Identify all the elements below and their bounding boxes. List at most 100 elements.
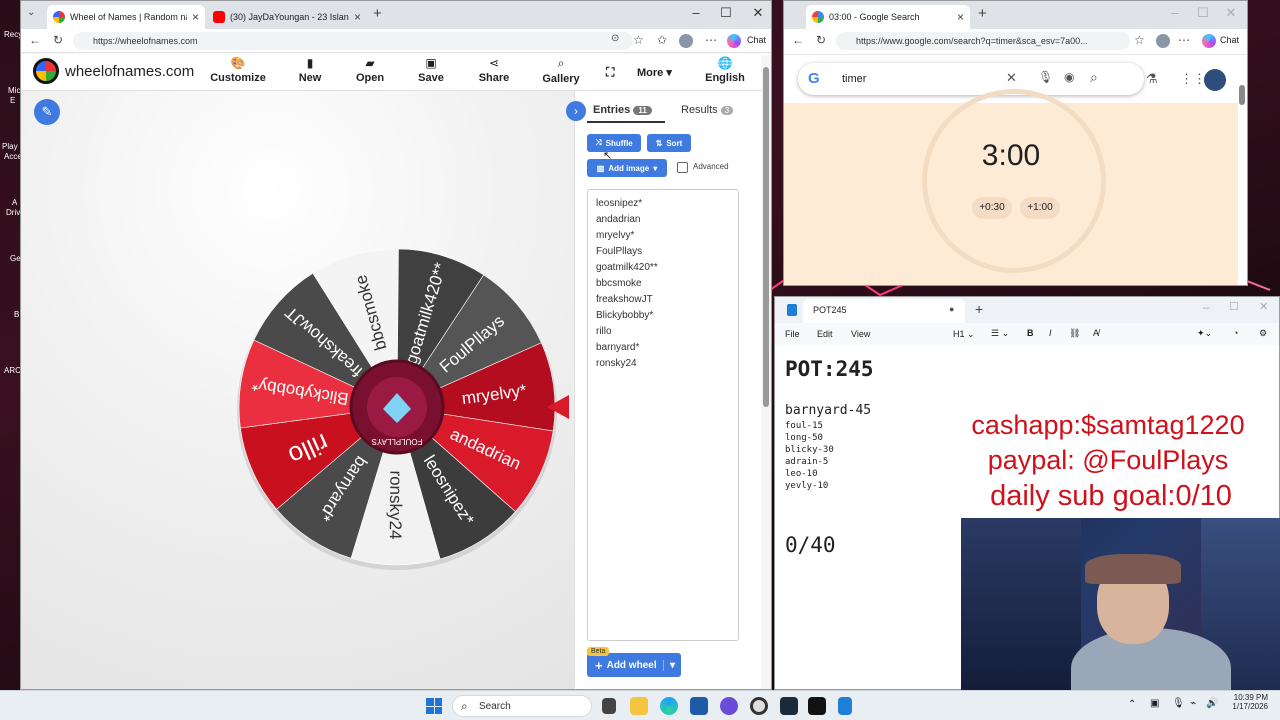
labs-flask-icon[interactable]: ⚗ [1146,71,1158,87]
desktop-icon-label[interactable]: Driv [6,208,20,217]
menu-edit[interactable]: Edit [817,329,833,339]
search-icon[interactable]: ⌕ [1090,69,1098,86]
close-window-icon[interactable]: ✕ [1220,5,1242,21]
chat-label[interactable]: Chat [747,35,766,45]
settings-gear-icon[interactable]: ⚙ [1259,328,1267,339]
list-icon[interactable]: ☰ ⌄ [991,328,1009,339]
file-explorer-icon[interactable] [630,697,648,715]
tab-youtube[interactable]: (30) JayDaYoungan - 23 Island [Offi × [207,5,367,29]
reload-icon[interactable]: ↻ [53,33,63,47]
tab-list-chevron-icon[interactable]: ⌄ [27,7,35,18]
edit-pencil-icon[interactable]: ✎ [34,99,60,125]
gallery-button[interactable]: ⌕ Gallery [531,56,591,85]
microphone-icon[interactable]: 🎙 [1172,698,1185,709]
entries-textarea[interactable]: leosnipez* andadrian mryelvy* FoulPllays… [587,189,739,641]
italic-icon[interactable]: I [1049,328,1052,338]
scrollbar-thumb[interactable] [1239,85,1245,105]
collapse-panel-chevron-icon[interactable]: › [566,101,586,121]
lens-camera-icon[interactable]: ◉ [1064,70,1074,84]
favorites-icon[interactable]: ✩ [657,33,667,47]
dropdown-chevron-icon[interactable]: ▾ [662,659,681,671]
close-icon[interactable]: × [957,10,964,24]
network-icon[interactable]: ⌁ [1190,698,1196,709]
clear-format-icon[interactable]: A̸ [1093,328,1099,338]
open-button[interactable]: ▰ Open [340,56,400,84]
shuffle-button[interactable]: ⤨ Shuffle [587,134,641,152]
google-search-box[interactable]: G timer ✕ 🎙 ◉ ⌕ [798,63,1144,95]
maximize-icon[interactable]: ☐ [1229,300,1239,313]
add-wheel-button[interactable]: + Add wheel ▾ [587,653,681,677]
close-window-icon[interactable]: ✕ [747,5,769,21]
advanced-checkbox[interactable] [677,162,688,173]
account-icon[interactable]: ◔ [1233,328,1238,338]
unsaved-dot-icon[interactable]: ● [949,304,954,314]
game-app-icon[interactable] [808,697,826,715]
wheel[interactable]: mryelvy*andadrianleosnipez*ronsky24barny… [233,245,573,575]
minimize-icon[interactable]: – [685,5,707,20]
close-window-icon[interactable]: ✕ [1259,300,1268,313]
maximize-icon[interactable]: ☐ [1192,5,1214,21]
apps-grid-icon[interactable]: ⋮⋮ [1180,71,1206,87]
account-avatar[interactable] [1204,69,1226,91]
site-logo-text[interactable]: wheelofnames.com [65,63,194,80]
more-button[interactable]: More ▾ [637,66,672,79]
add-30-seconds-button[interactable]: +0:30 [972,197,1012,219]
new-tab-plus-icon[interactable]: + [373,5,382,22]
tab-google-search[interactable]: 03:00 - Google Search × [806,5,970,29]
profile-avatar[interactable] [679,34,693,48]
minimize-icon[interactable]: – [1203,300,1210,314]
taskbar-search[interactable]: ⌕ Search [452,695,592,717]
tray-app-icon[interactable]: ▣ [1150,698,1159,709]
customize-button[interactable]: 🎨 Customize [208,56,268,84]
back-arrow-icon[interactable]: ← [792,33,804,47]
menu-view[interactable]: View [851,329,870,339]
desktop-icon-label[interactable]: A [12,198,17,207]
desktop-icon-label[interactable]: Mic [8,86,20,95]
chat-label[interactable]: Chat [1220,35,1239,45]
bold-icon[interactable]: B [1027,328,1034,338]
timer-value[interactable]: 3:00 [784,139,1238,173]
windows-start-icon[interactable] [426,698,442,714]
read-aloud-icon[interactable]: ⊙ [611,33,619,44]
new-tab-plus-icon[interactable]: + [975,301,983,317]
url-field[interactable]: https://www.google.com/search?q=timer&sc… [836,32,1130,50]
sort-button[interactable]: ⇅ Sort [647,134,691,152]
new-button[interactable]: ▮ New [280,56,340,84]
edge-icon[interactable] [660,697,678,715]
reload-icon[interactable]: ↻ [816,33,826,47]
heading-select[interactable]: H1 ⌄ [953,329,975,340]
add-1-minute-button[interactable]: +1:00 [1020,197,1060,219]
add-image-button[interactable]: ▨ Add image ▾ [587,159,667,177]
language-button[interactable]: 🌐 English [695,56,755,84]
new-tab-plus-icon[interactable]: + [978,5,987,22]
profile-avatar[interactable] [1156,34,1170,48]
clock[interactable]: 10:39 PM 1/17/2026 [1222,693,1268,711]
minimize-icon[interactable]: – [1164,5,1186,20]
steam-icon[interactable] [780,697,798,715]
microphone-icon[interactable]: 🎙 [1038,70,1053,84]
desktop-icon-label[interactable]: Play [2,142,18,151]
fullscreen-icon[interactable]: ⛶ [606,65,614,80]
discord-icon[interactable] [720,697,738,715]
desktop-icon-label[interactable]: E [10,96,15,105]
more-dots-icon[interactable]: ⋯ [1178,33,1190,47]
copilot-icon[interactable] [1202,34,1216,48]
copilot-icon[interactable]: ✦⌄ [1197,328,1212,339]
store-icon[interactable] [690,697,708,715]
close-icon[interactable]: × [192,10,199,24]
favorite-star-icon[interactable]: ☆ [1134,33,1145,47]
copilot-icon[interactable] [727,34,741,48]
wheel-logo-icon[interactable] [33,58,59,84]
maximize-icon[interactable]: ☐ [715,5,737,21]
desktop-icon-label[interactable]: B [14,310,19,319]
menu-file[interactable]: File [785,329,800,339]
chrome-icon[interactable] [750,697,768,715]
link-icon[interactable]: ⛓ [1069,328,1080,339]
tab-pot245[interactable]: POT245 ● [803,299,965,323]
notepad-taskbar-icon[interactable] [838,697,852,715]
clear-x-icon[interactable]: ✕ [1006,70,1017,86]
share-button[interactable]: ⋖ Share [464,56,524,84]
url-field[interactable]: https://wheelofnames.com [73,32,633,50]
tray-chevron-icon[interactable]: ⌃ [1128,699,1136,710]
favorite-star-icon[interactable]: ☆ [633,33,644,47]
